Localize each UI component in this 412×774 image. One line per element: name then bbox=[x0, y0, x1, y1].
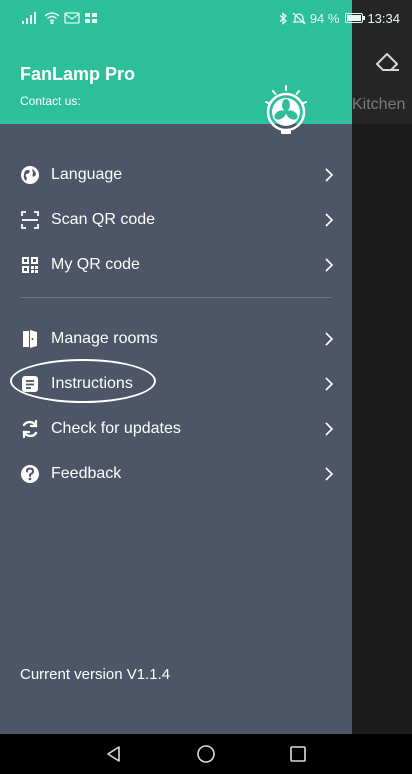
chevron-right-icon bbox=[325, 257, 334, 272]
chevron-right-icon bbox=[325, 212, 334, 227]
qr-code-icon bbox=[20, 255, 40, 275]
document-icon bbox=[20, 374, 40, 394]
chevron-right-icon bbox=[325, 376, 334, 391]
menu-item-label: Feedback bbox=[51, 464, 122, 482]
home-circle-icon bbox=[197, 745, 215, 763]
menu-item-language[interactable]: Language bbox=[0, 152, 352, 197]
eraser-icon[interactable] bbox=[373, 50, 403, 74]
menu-item-label: Instructions bbox=[51, 374, 133, 392]
menu-item-scan-qr-code[interactable]: Scan QR code bbox=[0, 197, 352, 242]
menu-item-instructions[interactable]: Instructions bbox=[0, 359, 352, 406]
status-left bbox=[22, 12, 98, 24]
help-icon bbox=[20, 464, 40, 484]
scan-icon bbox=[20, 210, 40, 230]
battery-percentage: 94 % bbox=[309, 10, 340, 26]
wifi-icon bbox=[44, 12, 60, 24]
battery-icon bbox=[345, 13, 366, 23]
system-navigation-bar bbox=[0, 734, 412, 774]
drawer-menu: Language Scan QR code My QR code Manage … bbox=[0, 152, 352, 496]
signal-icon bbox=[22, 12, 36, 24]
refresh-icon bbox=[20, 419, 40, 439]
fan-lamp-logo-icon bbox=[265, 85, 307, 134]
mail-icon bbox=[64, 12, 80, 24]
navigation-drawer: FanLamp Pro Contact us: Language Scan QR… bbox=[0, 0, 352, 734]
door-icon bbox=[20, 329, 40, 349]
chevron-right-icon bbox=[325, 466, 334, 481]
menu-item-label: Check for updates bbox=[51, 419, 181, 437]
menu-item-manage-rooms[interactable]: Manage rooms bbox=[0, 316, 352, 361]
room-tab-kitchen[interactable]: Kitchen bbox=[352, 96, 405, 114]
app-version: Current version V1.1.4 bbox=[20, 666, 171, 683]
status-bar: 94 % 13:34 bbox=[0, 0, 412, 36]
menu-item-label: Manage rooms bbox=[51, 329, 158, 347]
clock: 13:34 bbox=[367, 10, 400, 26]
menu-item-label: Scan QR code bbox=[51, 210, 156, 228]
recents-square-icon bbox=[290, 746, 306, 762]
chevron-right-icon bbox=[325, 421, 334, 436]
mute-icon bbox=[292, 12, 306, 24]
globe-icon bbox=[20, 165, 40, 185]
chat-icon bbox=[85, 13, 97, 23]
chevron-right-icon bbox=[325, 167, 334, 182]
menu-item-my-qr-code[interactable]: My QR code bbox=[0, 242, 352, 287]
status-right: 94 % 13:34 bbox=[278, 11, 400, 26]
chevron-right-icon bbox=[325, 331, 334, 346]
menu-item-check-for-updates[interactable]: Check for updates bbox=[0, 406, 352, 451]
home-button[interactable] bbox=[193, 741, 219, 767]
menu-divider bbox=[20, 297, 332, 298]
app-name: FanLamp Pro bbox=[20, 64, 136, 84]
menu-item-feedback[interactable]: Feedback bbox=[0, 451, 352, 496]
menu-item-label: My QR code bbox=[51, 255, 140, 273]
back-button[interactable] bbox=[101, 741, 127, 767]
recents-button[interactable] bbox=[285, 741, 311, 767]
menu-item-label: Language bbox=[51, 165, 123, 183]
contact-us-label[interactable]: Contact us: bbox=[20, 94, 81, 108]
bluetooth-icon bbox=[279, 11, 287, 25]
back-triangle-icon bbox=[107, 746, 120, 762]
